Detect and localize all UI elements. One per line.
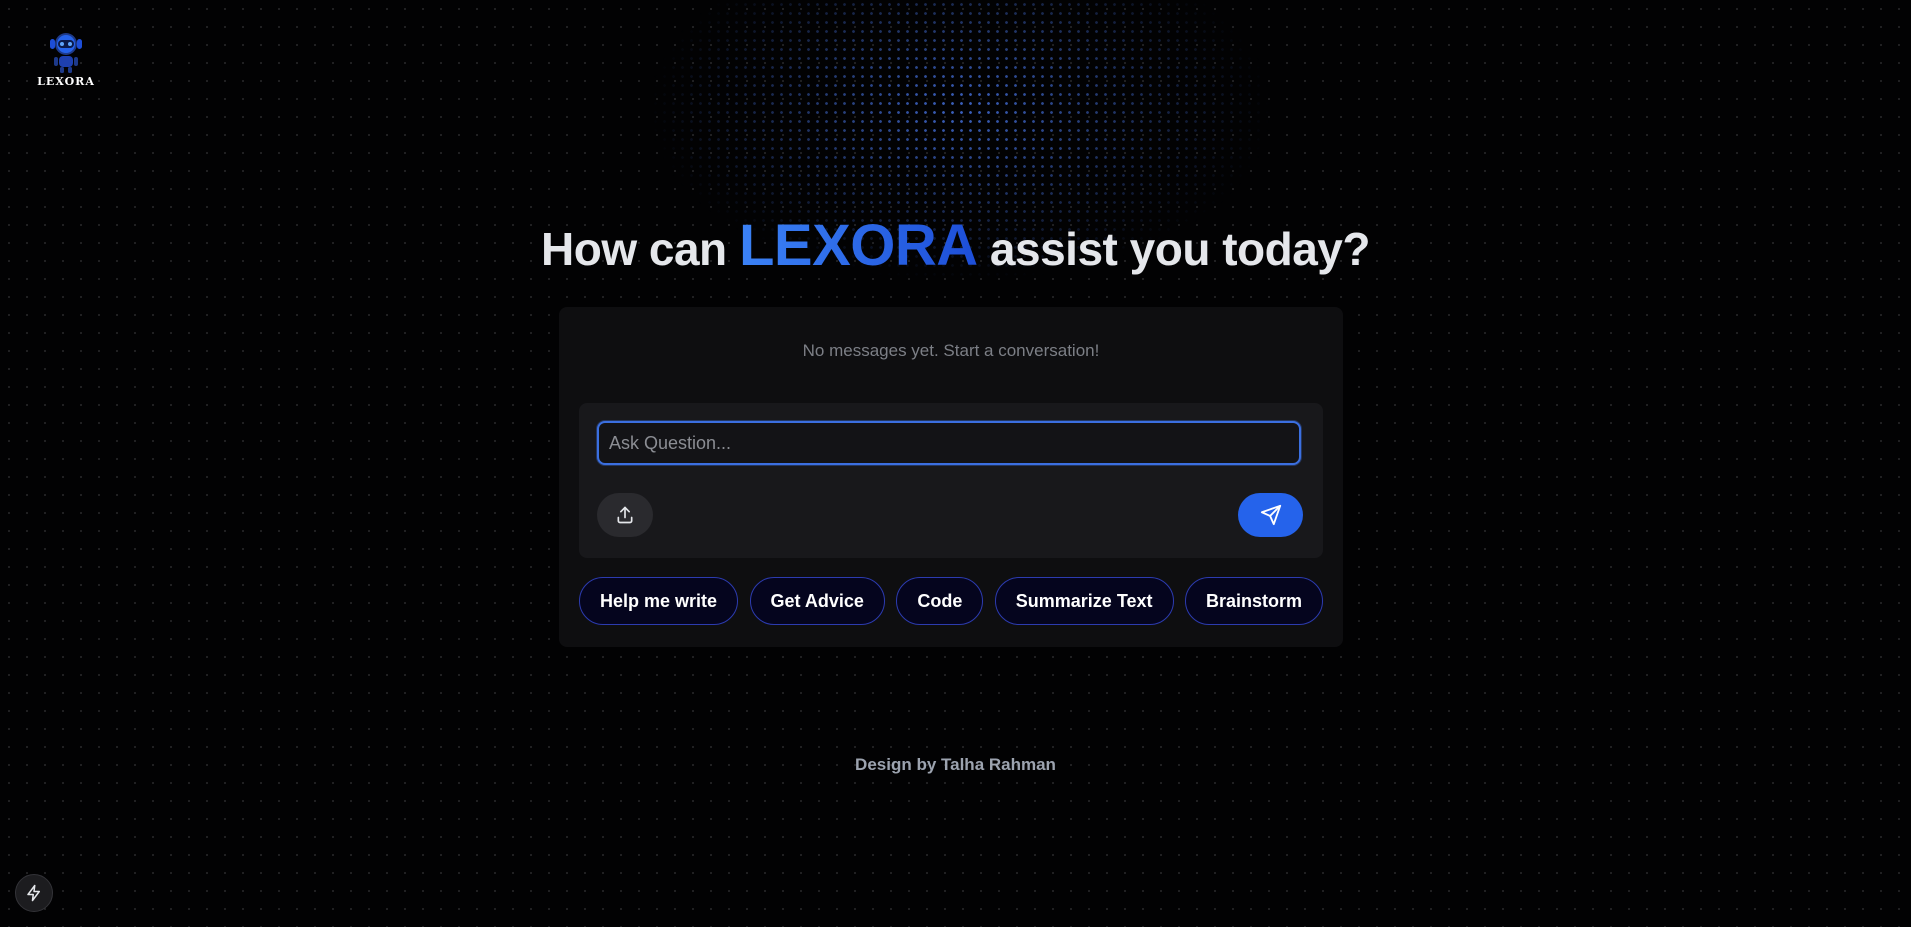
- logo[interactable]: LEXORA: [36, 30, 96, 88]
- chat-panel: No messages yet. Start a conversation! H…: [559, 307, 1343, 647]
- footer-credit: Design by Talha Rahman: [855, 755, 1056, 774]
- upload-icon: [617, 506, 633, 524]
- headline-prefix: How can: [541, 223, 727, 275]
- headline-brand: LEXORA: [738, 213, 978, 278]
- chip-code[interactable]: Code: [896, 577, 984, 625]
- dev-tools-button[interactable]: [15, 874, 53, 912]
- suggestion-chips: Help me write Get Advice Code Summarize …: [579, 577, 1323, 625]
- upload-button[interactable]: [597, 493, 653, 537]
- chip-help-me-write[interactable]: Help me write: [579, 577, 739, 625]
- send-icon: [1260, 504, 1281, 526]
- robot-icon: [50, 33, 82, 73]
- send-button[interactable]: [1238, 493, 1303, 537]
- chip-get-advice[interactable]: Get Advice: [749, 577, 885, 625]
- question-input[interactable]: [597, 421, 1301, 465]
- headline-suffix: assist you today?: [989, 223, 1371, 275]
- page-title: How can LEXORA assist you today?: [0, 212, 1911, 279]
- logo-text: LEXORA: [37, 75, 95, 88]
- chip-summarize-text[interactable]: Summarize Text: [994, 577, 1174, 625]
- message-composer: [579, 403, 1323, 558]
- empty-state-message: No messages yet. Start a conversation!: [802, 341, 1100, 360]
- lightning-icon: [27, 884, 40, 902]
- chip-brainstorm[interactable]: Brainstorm: [1184, 577, 1323, 625]
